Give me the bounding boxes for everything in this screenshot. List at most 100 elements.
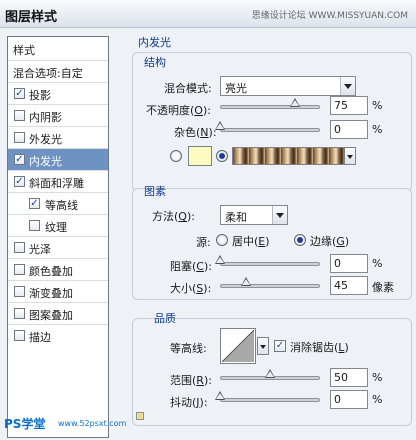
range-label: 范围(R): — [170, 374, 212, 387]
choke-percent: % — [372, 257, 383, 270]
size-slider-thumb[interactable] — [241, 277, 251, 286]
choke-input[interactable]: 0 — [330, 254, 368, 273]
checkbox-icon[interactable]: ✓ — [29, 198, 40, 209]
contour-curve-icon — [222, 330, 254, 362]
sidebar-item-stroke[interactable]: 描边 — [8, 325, 108, 347]
size-label: 大小(S): — [170, 282, 212, 295]
jitter-input[interactable]: 0 — [330, 390, 368, 409]
size-input[interactable]: 45 — [330, 276, 368, 295]
glow-color-swatch[interactable] — [188, 146, 212, 166]
styles-sidebar: 样式 混合选项:自定 ✓ 投影 内阴影 外发光 ✓ 内发光 ✓ 斜面和浮雕 ✓ … — [7, 36, 109, 438]
jitter-percent: % — [372, 393, 383, 406]
method-select[interactable]: 柔和 — [220, 205, 288, 225]
range-slider-thumb[interactable] — [265, 369, 275, 378]
source-label: 源: — [196, 236, 211, 249]
opacity-input[interactable]: 75 — [330, 96, 368, 115]
sidebar-item-satin[interactable]: 光泽 — [8, 237, 108, 259]
color-radio[interactable] — [170, 150, 182, 162]
noise-slider-track[interactable] — [220, 128, 320, 132]
sidebar-item-label: 内阴影 — [29, 111, 62, 124]
checkbox-icon[interactable] — [14, 308, 25, 319]
sidebar-item-drop-shadow[interactable]: ✓ 投影 — [8, 83, 108, 105]
sidebar-header-label: 样式 — [13, 44, 35, 57]
checkbox-icon[interactable]: ✓ — [14, 88, 25, 99]
contour-label: 等高线: — [170, 342, 207, 355]
sidebar-item-texture[interactable]: 纹理 — [8, 215, 108, 237]
sidebar-item-label: 内发光 — [29, 155, 62, 168]
contour-dropdown-button[interactable] — [257, 337, 269, 355]
contour-picker[interactable] — [220, 328, 256, 364]
checkbox-icon[interactable] — [14, 132, 25, 143]
title-bar: 图层样式 思缘设计论坛 WWW.MISSYUAN.COM — [0, 0, 416, 28]
noise-slider-thumb[interactable] — [215, 121, 225, 130]
sidebar-header[interactable]: 样式 — [8, 37, 108, 61]
sidebar-item-inner-shadow[interactable]: 内阴影 — [8, 105, 108, 127]
sidebar-item-label: 光泽 — [29, 243, 51, 256]
gradient-dropdown-button[interactable] — [344, 147, 356, 165]
panel-title: 内发光 — [138, 36, 171, 49]
sidebar-item-label: 投影 — [29, 89, 51, 102]
choke-slider-track[interactable] — [220, 262, 320, 266]
blend-mode-label: 混合模式: — [164, 82, 212, 95]
opacity-percent: % — [372, 99, 383, 112]
sidebar-item-label: 纹理 — [45, 221, 67, 234]
sidebar-item-label: 描边 — [29, 331, 51, 344]
chevron-down-icon — [272, 206, 287, 224]
sidebar-item-color-overlay[interactable]: 颜色叠加 — [8, 259, 108, 281]
glow-gradient-picker[interactable] — [232, 147, 344, 165]
opacity-slider-thumb[interactable] — [290, 98, 300, 107]
sidebar-item-label: 图案叠加 — [29, 309, 73, 322]
sidebar-item-label: 颜色叠加 — [29, 265, 73, 278]
checkbox-icon[interactable] — [14, 110, 25, 121]
antialias-label: 消除锯齿(L) — [290, 341, 349, 354]
antialias-checkbox[interactable]: ✓ — [274, 340, 286, 352]
range-input[interactable]: 50 — [330, 368, 368, 387]
choke-slider-thumb[interactable] — [215, 255, 225, 264]
opacity-label: 不透明度(O): — [146, 104, 211, 117]
checkbox-icon[interactable] — [29, 220, 40, 231]
sidebar-item-pattern-overlay[interactable]: 图案叠加 — [8, 303, 108, 325]
sidebar-item-label: 外发光 — [29, 133, 62, 146]
chevron-down-icon — [340, 77, 355, 95]
jitter-slider-track[interactable] — [220, 398, 320, 402]
sidebar-item-label: 等高线 — [45, 199, 78, 212]
sidebar-item-contour[interactable]: ✓ 等高线 — [8, 193, 108, 215]
checkbox-icon[interactable] — [14, 330, 25, 341]
size-unit: 像素 — [372, 281, 394, 294]
watermark: 思缘设计论坛 WWW.MISSYUAN.COM — [251, 11, 408, 21]
source-center-label: 居中(E) — [232, 235, 270, 248]
site-logo: PS学堂 www.52psxt.com — [0, 412, 127, 440]
checkbox-icon[interactable]: ✓ — [14, 176, 25, 187]
noise-label: 杂色(N): — [174, 126, 217, 139]
jitter-slider-thumb[interactable] — [215, 391, 225, 400]
blend-mode-value: 亮光 — [225, 82, 247, 95]
jitter-label: 抖动(J): — [170, 396, 208, 409]
logo-text: PS学堂 — [4, 417, 46, 431]
source-edge-label: 边缘(G) — [310, 235, 350, 248]
checkbox-icon[interactable] — [14, 286, 25, 297]
sidebar-item-label: 渐变叠加 — [29, 287, 73, 300]
noise-input[interactable]: 0 — [330, 120, 368, 139]
sidebar-item-outer-glow[interactable]: 外发光 — [8, 127, 108, 149]
resize-handle-icon[interactable] — [136, 412, 144, 420]
choke-label: 阻塞(C): — [170, 260, 212, 273]
source-edge-radio[interactable] — [294, 234, 306, 246]
blend-mode-select[interactable]: 亮光 — [220, 76, 356, 96]
checkbox-icon[interactable] — [14, 242, 25, 253]
quality-title: 品质 — [154, 312, 176, 325]
sidebar-item-inner-glow[interactable]: ✓ 内发光 — [8, 149, 108, 171]
source-center-radio[interactable] — [216, 234, 228, 246]
sidebar-item-gradient-overlay[interactable]: 渐变叠加 — [8, 281, 108, 303]
noise-percent: % — [372, 123, 383, 136]
checkbox-icon[interactable] — [14, 264, 25, 275]
opacity-slider-track[interactable] — [220, 105, 320, 109]
elements-title: 图素 — [144, 185, 166, 198]
method-value: 柔和 — [225, 211, 247, 224]
method-label: 方法(Q): — [152, 210, 195, 223]
size-slider-track[interactable] — [220, 284, 320, 288]
logo-url: www.52psxt.com — [58, 419, 127, 428]
sidebar-item-bevel-emboss[interactable]: ✓ 斜面和浮雕 — [8, 171, 108, 193]
gradient-radio[interactable] — [216, 150, 228, 162]
checkbox-icon[interactable]: ✓ — [14, 154, 25, 165]
sidebar-item-blending-options[interactable]: 混合选项:自定 — [8, 61, 108, 83]
